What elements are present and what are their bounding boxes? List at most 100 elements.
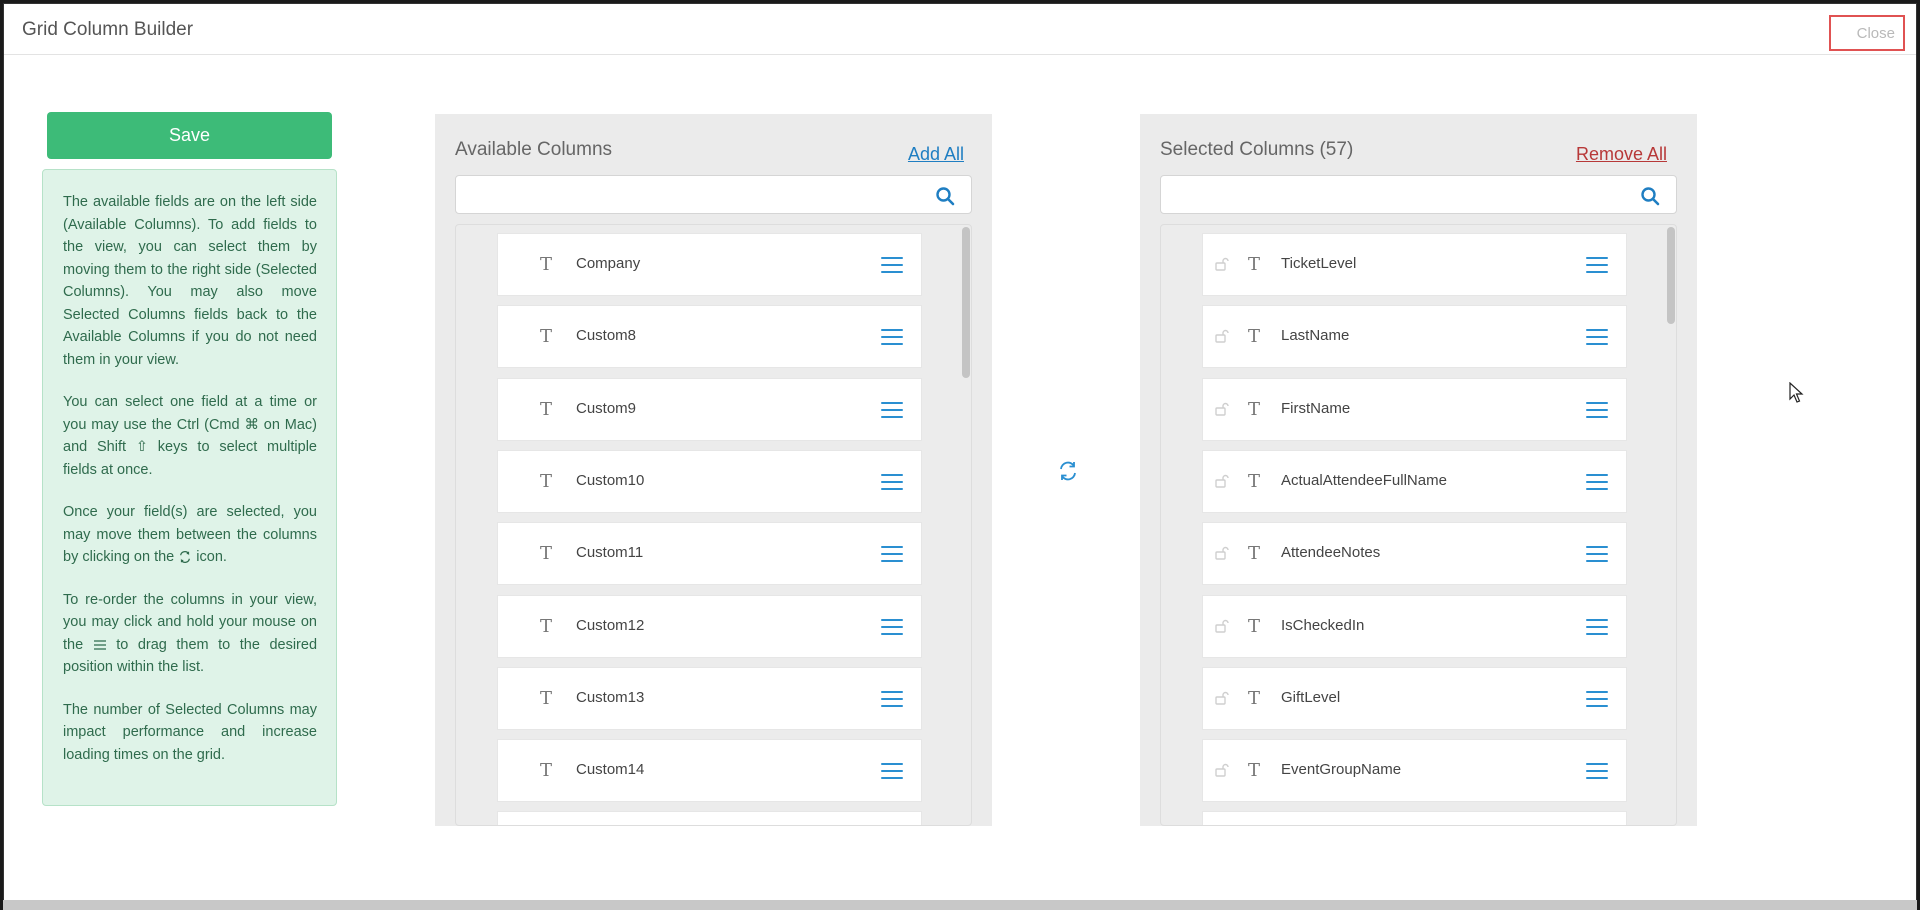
drag-handle-icon[interactable]: [881, 328, 903, 346]
available-columns-panel: Available Columns Add All T Company T Custo…: [435, 114, 992, 826]
drag-handle-icon[interactable]: [881, 762, 903, 780]
list-item-label: TicketLevel: [1281, 255, 1357, 272]
drag-handle-icon[interactable]: [881, 473, 903, 491]
list-item-label: Custom9: [576, 399, 637, 417]
list-item-label: Custom10: [576, 471, 645, 489]
close-button[interactable]: Close: [1829, 15, 1905, 51]
unlock-icon[interactable]: [1215, 691, 1229, 705]
mouse-cursor-icon: [1789, 382, 1804, 403]
list-item[interactable]: T Custom9: [497, 377, 922, 441]
selected-columns-panel: Selected Columns (57) Remove All T Ticket…: [1140, 114, 1697, 826]
drag-handle-icon[interactable]: [881, 545, 903, 563]
dialog-titlebar: Grid Column Builder Close: [4, 4, 1916, 55]
list-item[interactable]: T Custom11: [497, 522, 922, 586]
selected-columns-title-text: Selected Columns: [1160, 139, 1315, 160]
remove-all-link[interactable]: Remove All: [1576, 144, 1667, 165]
list-item[interactable]: T Custom8: [497, 305, 922, 369]
help-p3-after: icon.: [192, 549, 227, 565]
selected-search-box: [1160, 175, 1677, 214]
search-icon[interactable]: [935, 186, 955, 206]
list-item[interactable]: T IsCheckedIn: [1202, 594, 1627, 658]
text-type-icon: T: [1248, 760, 1261, 782]
drag-handle-icon[interactable]: [1586, 256, 1608, 274]
unlock-icon[interactable]: [1215, 257, 1229, 271]
drag-handle-icon[interactable]: [1586, 545, 1608, 563]
text-type-icon: T: [540, 254, 553, 275]
list-item-label: IsCheckedIn: [1281, 616, 1365, 634]
list-item[interactable]: T Custom10: [497, 449, 922, 513]
list-item[interactable]: T Custom14: [497, 739, 922, 803]
text-type-icon: T: [1248, 687, 1261, 709]
list-item-label: Custom11: [576, 544, 644, 562]
text-type-icon: T: [540, 398, 553, 420]
unlock-icon[interactable]: [1215, 474, 1229, 488]
help-paragraph-5: The number of Selected Columns may impac…: [63, 701, 317, 763]
add-all-link[interactable]: Add All: [908, 144, 964, 165]
text-type-icon: T: [540, 615, 553, 637]
drag-handle-icon[interactable]: [1586, 401, 1608, 419]
text-type-icon: T: [1248, 326, 1261, 348]
drag-handle-icon[interactable]: [1586, 762, 1608, 780]
available-search-box: [455, 175, 972, 214]
drag-handle-icon[interactable]: [881, 256, 903, 274]
list-item[interactable]: T AttendeeNotes: [1202, 522, 1627, 586]
list-item-label: Custom14: [576, 761, 645, 779]
help-paragraph-4: To re-order the columns in your view, yo…: [63, 589, 317, 679]
unlock-icon[interactable]: [1215, 763, 1229, 777]
text-type-icon: T: [1248, 470, 1261, 492]
drag-handle-icon[interactable]: [881, 618, 903, 636]
drag-handle-icon: [93, 640, 106, 650]
help-paragraph-1: The available fields are on the left sid…: [63, 194, 317, 368]
list-item[interactable]: T LastName: [1202, 305, 1627, 369]
window-bottom-strip: [3, 900, 1917, 910]
list-item[interactable]: T FirstName: [1202, 377, 1627, 441]
unlock-icon[interactable]: [1215, 402, 1229, 416]
list-item[interactable]: T GiftLevel: [1202, 666, 1627, 730]
available-scrollbar[interactable]: [962, 227, 970, 378]
help-paragraph-2: You can select one field at a time or yo…: [63, 394, 317, 478]
selected-scrollbar[interactable]: [1667, 227, 1675, 324]
drag-handle-icon[interactable]: [1586, 473, 1608, 491]
available-search-input[interactable]: [456, 176, 916, 213]
grid-column-builder-dialog: Grid Column Builder Close Save The avail…: [3, 3, 1917, 904]
selected-columns-list[interactable]: T TicketLevel T LastName T FirstName T ActualAt…: [1160, 224, 1677, 826]
drag-handle-icon[interactable]: [881, 401, 903, 419]
drag-handle-icon[interactable]: [1586, 618, 1608, 636]
save-button[interactable]: Save: [47, 112, 332, 159]
list-item[interactable]: T Company: [497, 233, 922, 296]
text-type-icon: T: [540, 326, 553, 348]
dialog-title: Grid Column Builder: [22, 19, 194, 40]
list-item[interactable]: T TicketLevel: [1202, 233, 1627, 296]
list-item[interactable]: TEventGroupNumber: [1202, 811, 1627, 825]
list-item-label: AttendeeNotes: [1281, 544, 1381, 562]
text-type-icon: T: [540, 543, 553, 565]
swap-icon: [180, 551, 191, 564]
available-columns-title: Available Columns: [455, 139, 613, 160]
swap-icon[interactable]: [1057, 460, 1079, 482]
list-item-label: Custom13: [576, 688, 645, 706]
unlock-icon[interactable]: [1215, 329, 1229, 343]
list-item-label: GiftLevel: [1281, 688, 1341, 706]
available-columns-list[interactable]: T Company T Custom8 T Custom9 T Custom10 T Custom…: [455, 224, 972, 826]
selected-search-input[interactable]: [1161, 176, 1621, 213]
text-type-icon: T: [540, 687, 553, 709]
list-item[interactable]: TCustom15: [497, 811, 922, 825]
text-type-icon: T: [540, 470, 553, 492]
help-box: The available fields are on the left sid…: [42, 169, 337, 806]
unlock-icon[interactable]: [1215, 619, 1229, 633]
drag-handle-icon[interactable]: [1586, 328, 1608, 346]
drag-handle-icon[interactable]: [1586, 690, 1608, 708]
list-item-label: Custom8: [576, 327, 637, 345]
unlock-icon[interactable]: [1215, 546, 1229, 560]
list-item[interactable]: T Custom12: [497, 594, 922, 658]
list-item-label: Company: [576, 255, 641, 272]
list-item-label: FirstName: [1281, 399, 1351, 417]
drag-handle-icon[interactable]: [881, 690, 903, 708]
help-paragraph-3: Once your field(s) are selected, you may…: [63, 501, 317, 569]
selected-columns-title: Selected Columns (57): [1160, 139, 1353, 161]
list-item[interactable]: T EventGroupName: [1202, 739, 1627, 803]
list-item[interactable]: T ActualAttendeeFullName: [1202, 449, 1627, 513]
list-item-label: ActualAttendeeFullName: [1281, 471, 1447, 489]
list-item[interactable]: T Custom13: [497, 666, 922, 730]
search-icon[interactable]: [1640, 186, 1660, 206]
